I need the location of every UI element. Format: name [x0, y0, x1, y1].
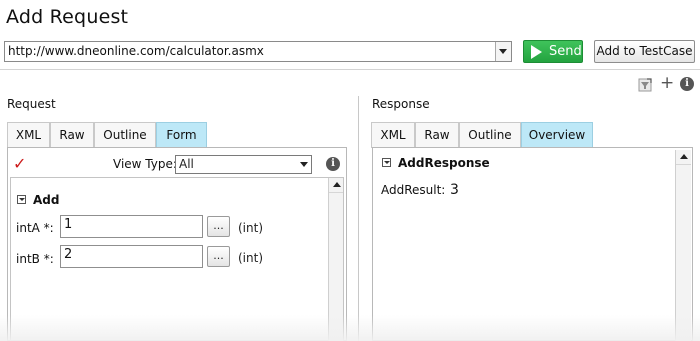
response-node-name: AddResponse	[398, 156, 490, 170]
collapse-add-icon[interactable]	[17, 195, 26, 204]
intb-input[interactable]: 2	[60, 245, 203, 268]
send-button[interactable]: Send	[523, 40, 583, 63]
scroll-up-arrow-icon[interactable]	[329, 178, 343, 193]
tab-response-xml[interactable]: XML	[371, 122, 415, 148]
inta-editor-button[interactable]: ...	[207, 216, 230, 237]
response-pane-label: Response	[372, 97, 430, 111]
intb-type: (int)	[238, 251, 264, 265]
window-title: Add Request	[6, 6, 129, 28]
send-button-label: Send	[549, 44, 582, 59]
scroll-up-arrow-icon[interactable]	[676, 150, 691, 165]
response-overview-panel	[372, 147, 693, 341]
add-result-value: 3	[450, 182, 459, 198]
view-type-info-icon[interactable]: i	[326, 157, 340, 171]
url-value[interactable]: http://www.dneonline.com/calculator.asmx	[8, 44, 264, 58]
operation-name: Add	[33, 193, 60, 207]
tab-response-raw[interactable]: Raw	[415, 122, 459, 148]
play-icon	[531, 45, 542, 59]
pane-splitter[interactable]	[358, 96, 359, 341]
inta-label: intA *:	[16, 221, 54, 235]
url-dropdown-arrow-icon[interactable]	[495, 42, 511, 61]
request-pane-label: Request	[7, 97, 56, 111]
bottom-fade	[0, 315, 700, 341]
intb-editor-button[interactable]: ...	[207, 246, 230, 267]
url-combobox[interactable]: http://www.dneonline.com/calculator.asmx	[4, 41, 512, 62]
tab-request-form[interactable]: Form	[156, 122, 207, 148]
inta-input[interactable]: 1	[60, 215, 203, 238]
response-scrollbar[interactable]	[675, 150, 691, 341]
inta-type: (int)	[238, 221, 264, 235]
validate-check-icon[interactable]: ✓	[13, 154, 26, 173]
plus-icon[interactable]: +	[660, 75, 674, 92]
tab-response-overview[interactable]: Overview	[521, 122, 593, 148]
tab-request-raw[interactable]: Raw	[50, 122, 94, 148]
collapse-addresponse-icon[interactable]	[382, 158, 391, 167]
add-to-testcase-button[interactable]: Add to TestCase	[594, 40, 695, 63]
add-result-label: AddResult:	[381, 183, 446, 197]
intb-label: intB *:	[16, 252, 54, 266]
tab-response-outline[interactable]: Outline	[459, 122, 521, 148]
info-icon[interactable]: i	[680, 77, 694, 91]
toolbar-divider	[0, 69, 700, 70]
view-type-value: All	[179, 157, 194, 171]
filter-icon[interactable]	[638, 77, 652, 92]
tab-request-xml[interactable]: XML	[7, 122, 50, 148]
chevron-down-icon	[300, 162, 308, 167]
view-type-label: View Type:	[113, 157, 177, 171]
tab-request-outline[interactable]: Outline	[94, 122, 156, 148]
view-type-select[interactable]: All	[175, 155, 312, 174]
